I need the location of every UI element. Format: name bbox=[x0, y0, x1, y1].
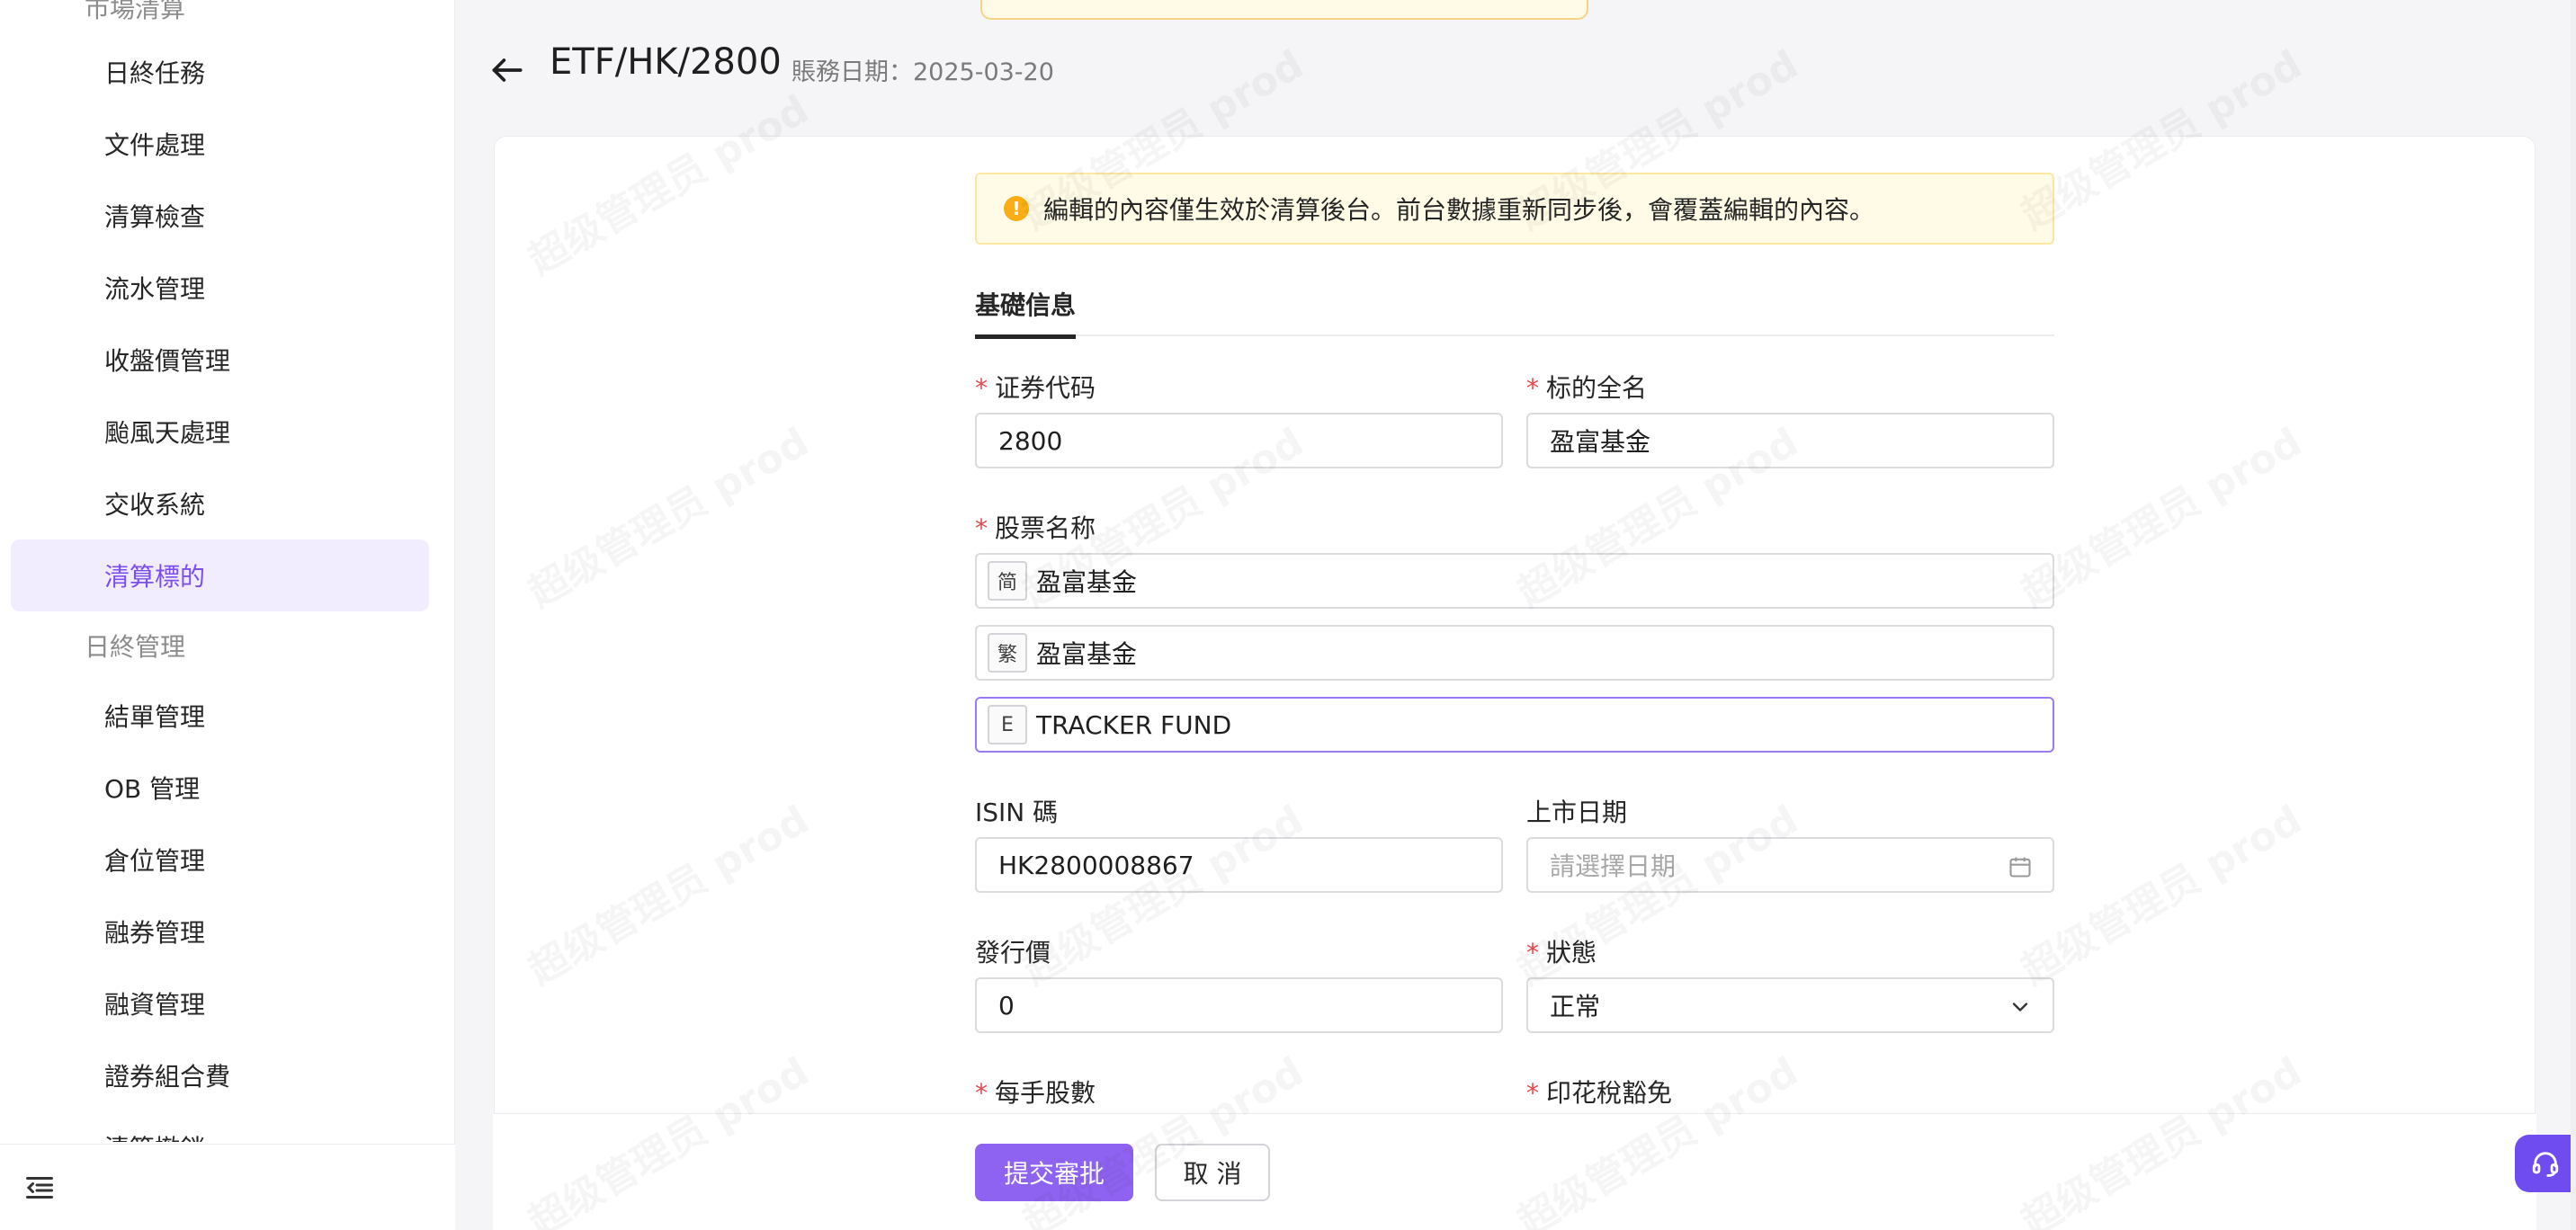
security-code-label-text: 证券代码 bbox=[995, 373, 1096, 403]
stock-name-simplified-input[interactable]: 简 盈富基金 bbox=[975, 553, 2054, 609]
sidebar-item-clearing-securities[interactable]: 清算標的 bbox=[11, 539, 429, 611]
isin-input[interactable]: HK2800008867 bbox=[975, 837, 1503, 893]
sidebar-item-statement[interactable]: 結單管理 bbox=[11, 680, 429, 752]
chevron-down-icon bbox=[2012, 1003, 2028, 1012]
security-code-input[interactable]: 2800 bbox=[975, 413, 1503, 468]
sidebar-item-ob[interactable]: OB 管理 bbox=[11, 752, 429, 824]
security-code-label: * 证券代码 bbox=[975, 369, 1096, 405]
simplified-tag: 简 bbox=[988, 561, 1027, 601]
full-name-label: * 标的全名 bbox=[1526, 369, 1647, 405]
page-title: ETF/HK/2800 bbox=[550, 41, 782, 83]
stock-name-traditional-input[interactable]: 繁 盈富基金 bbox=[975, 625, 2054, 681]
stamp-duty-label: * 印花稅豁免 bbox=[1526, 1074, 1672, 1110]
required-mark: * bbox=[1526, 373, 1539, 403]
full-name-label-text: 标的全名 bbox=[1546, 373, 1648, 403]
issue-price-value: 0 bbox=[998, 990, 1015, 1021]
isin-value: HK2800008867 bbox=[998, 850, 1194, 880]
stamp-duty-label-text: 印花稅豁免 bbox=[1546, 1078, 1673, 1108]
submit-approval-button[interactable]: 提交審批 bbox=[975, 1144, 1133, 1201]
menu-group-daily-management: 日終管理 bbox=[85, 632, 186, 662]
stock-name-traditional-value: 盈富基金 bbox=[1036, 639, 1138, 669]
stock-name-simplified-value: 盈富基金 bbox=[1036, 567, 1138, 597]
status-label: * 狀態 bbox=[1526, 933, 1597, 969]
required-mark: * bbox=[1526, 1078, 1539, 1108]
stock-name-label: * 股票名称 bbox=[975, 509, 1096, 545]
calendar-icon bbox=[2009, 857, 2031, 878]
isin-label: ISIN 碼 bbox=[975, 798, 1059, 827]
back-arrow-icon[interactable] bbox=[487, 50, 527, 90]
required-mark: * bbox=[975, 373, 988, 403]
form-footer bbox=[493, 1113, 2536, 1230]
sidebar-item-securities-lending[interactable]: 融券管理 bbox=[11, 896, 429, 967]
status-label-text: 狀態 bbox=[1546, 938, 1597, 967]
traditional-tag: 繁 bbox=[988, 633, 1027, 673]
status-value: 正常 bbox=[1550, 992, 1601, 1021]
sidebar-footer bbox=[0, 1144, 455, 1230]
status-select[interactable]: 正常 bbox=[1526, 977, 2054, 1033]
stock-name-english-value: TRACKER FUND bbox=[1036, 709, 1232, 740]
tab-basic-info[interactable]: 基礎信息 bbox=[975, 286, 1077, 339]
sidebar-item-flow-management[interactable]: 流水管理 bbox=[11, 252, 429, 324]
customer-service-button[interactable] bbox=[2515, 1135, 2576, 1192]
warning-alert: ! 編輯的內容僅生效於清算後台。前台數據重新同步後，會覆蓋編輯的內容。 bbox=[975, 173, 2054, 245]
sidebar-item-file-processing[interactable]: 文件處理 bbox=[11, 108, 429, 180]
sidebar-item-settlement-system[interactable]: 交收系統 bbox=[11, 468, 429, 539]
english-tag: E bbox=[988, 705, 1027, 744]
security-code-value: 2800 bbox=[998, 425, 1063, 456]
sidebar: 市場清算 日終任務 文件處理 清算檢查 流水管理 收盤價管理 颱風天處理 交收系… bbox=[0, 0, 455, 1230]
collapse-menu-icon[interactable] bbox=[23, 1172, 56, 1204]
scrollbar[interactable] bbox=[2571, 0, 2576, 1230]
issue-price-input[interactable]: 0 bbox=[975, 977, 1503, 1033]
stock-name-label-text: 股票名称 bbox=[995, 513, 1096, 543]
sidebar-item-closing-price[interactable]: 收盤價管理 bbox=[11, 324, 429, 396]
accounting-date: 賬務日期：2025-03-20 bbox=[792, 58, 1054, 86]
headset-icon bbox=[2532, 1152, 2559, 1177]
listing-date-picker[interactable]: 請選擇日期 bbox=[1526, 837, 2054, 893]
sidebar-item-clearing-check[interactable]: 清算檢查 bbox=[11, 180, 429, 252]
app-root: 市場清算 日終任務 文件處理 清算檢查 流水管理 收盤價管理 颱風天處理 交收系… bbox=[0, 0, 2576, 1230]
sidebar-menu: 市場清算 日終任務 文件處理 清算檢查 流水管理 收盤價管理 颱風天處理 交收系… bbox=[0, 0, 455, 1142]
alert-text: 編輯的內容僅生效於清算後台。前台數據重新同步後，會覆蓋編輯的內容。 bbox=[1043, 195, 1875, 225]
stock-name-english-input[interactable]: E TRACKER FUND bbox=[975, 697, 2054, 753]
full-name-input[interactable]: 盈富基金 bbox=[1526, 413, 2054, 468]
issue-price-label: 發行價 bbox=[975, 938, 1051, 967]
warning-icon: ! bbox=[1004, 196, 1029, 221]
listing-date-label: 上市日期 bbox=[1526, 798, 1628, 827]
lot-size-label-text: 每手股數 bbox=[995, 1078, 1096, 1108]
listing-date-placeholder: 請選擇日期 bbox=[1550, 851, 1677, 881]
toast-notification bbox=[980, 0, 1588, 20]
required-mark: * bbox=[1526, 938, 1539, 967]
sidebar-item-typhoon[interactable]: 颱風天處理 bbox=[11, 396, 429, 468]
menu-group-market-clearing: 市場清算 bbox=[85, 0, 186, 23]
sidebar-item-position[interactable]: 倉位管理 bbox=[11, 824, 429, 896]
required-mark: * bbox=[975, 513, 988, 543]
lot-size-label: * 每手股數 bbox=[975, 1074, 1096, 1110]
required-mark: * bbox=[975, 1078, 988, 1108]
cancel-button[interactable]: 取 消 bbox=[1155, 1144, 1270, 1201]
sidebar-item-clearing-revoke[interactable]: 清算撤銷 bbox=[11, 1111, 429, 1142]
sidebar-item-daily-tasks[interactable]: 日終任務 bbox=[11, 36, 429, 108]
sidebar-item-portfolio-fee[interactable]: 證券組合費 bbox=[11, 1039, 429, 1111]
full-name-value: 盈富基金 bbox=[1550, 427, 1651, 457]
sidebar-item-margin-financing[interactable]: 融資管理 bbox=[11, 967, 429, 1039]
tab-bar: 基礎信息 bbox=[975, 279, 2054, 339]
